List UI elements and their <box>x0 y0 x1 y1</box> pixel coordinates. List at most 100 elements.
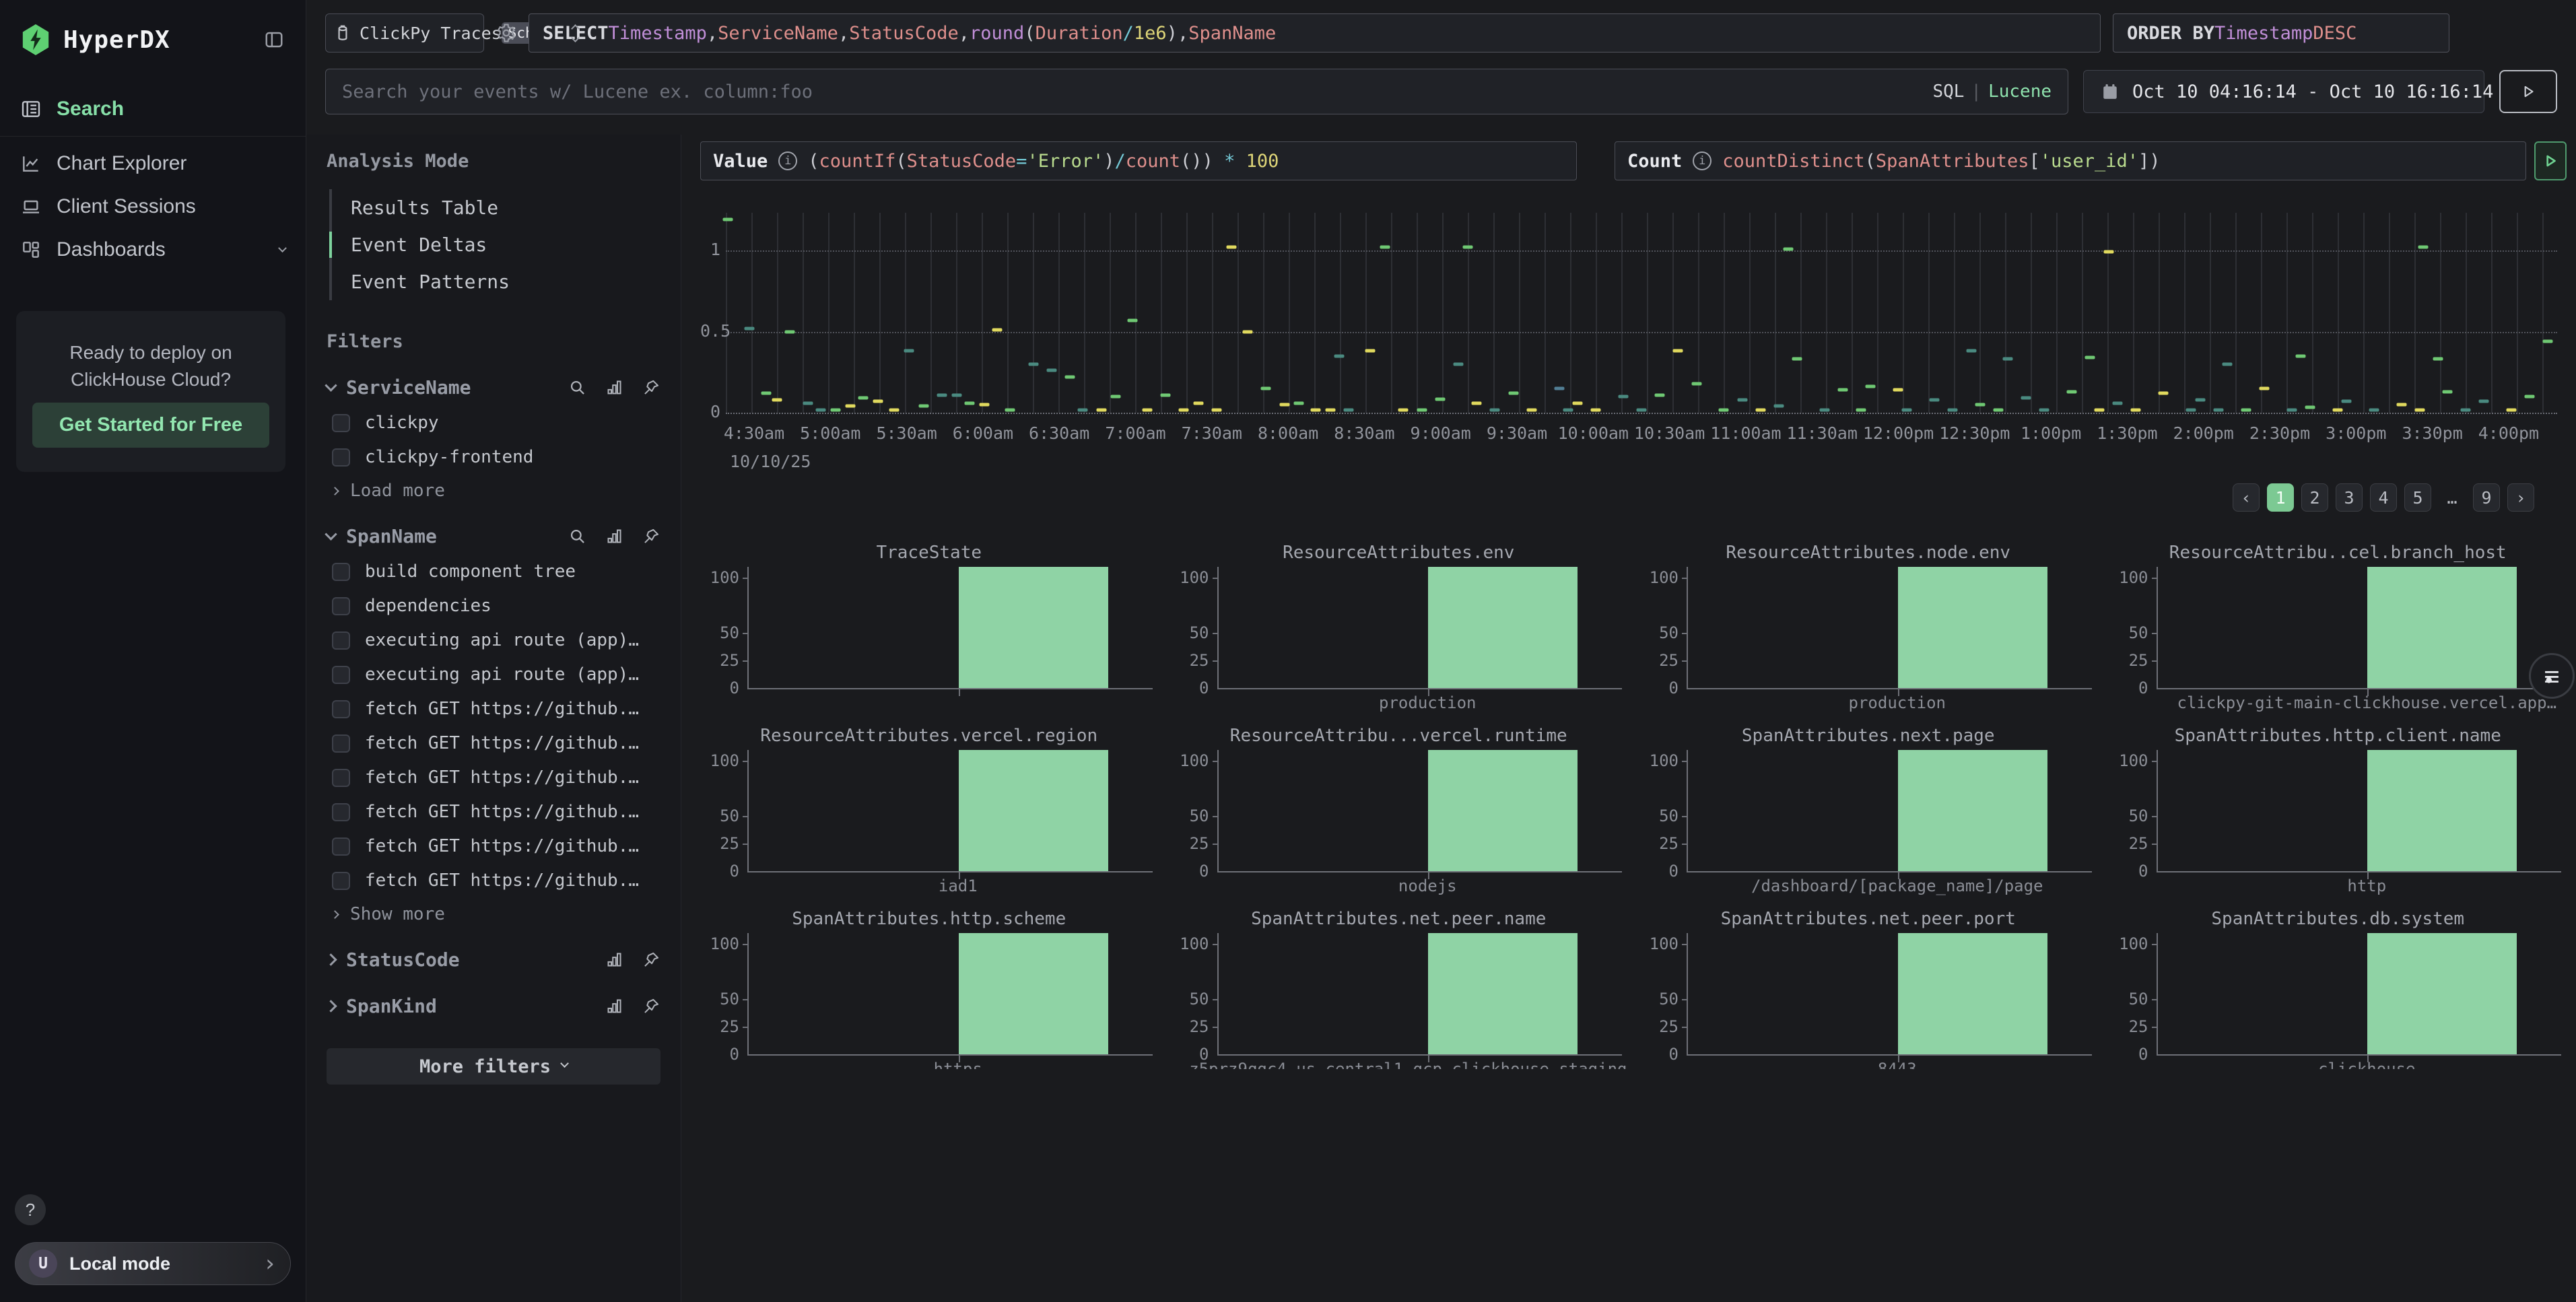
filter-option[interactable]: fetch GET https://github.… <box>327 836 660 856</box>
filter-option[interactable]: fetch GET https://github.… <box>327 733 660 753</box>
source-selector[interactable]: ClickPy Traces Schema <box>325 13 484 53</box>
mini-y-tick <box>743 633 749 634</box>
bar-chart-icon[interactable] <box>605 997 623 1015</box>
event-deltas-chart[interactable]: 10.504:30am5:00am5:30am6:00am6:30am7:00a… <box>700 201 2567 478</box>
pin-icon[interactable] <box>642 951 660 969</box>
sidebar-item-dashboards[interactable]: Dashboards <box>0 228 306 271</box>
analysis-mode-event-patterns[interactable]: Event Patterns <box>332 263 660 300</box>
filter-group-header-spanname[interactable]: SpanName <box>327 525 660 547</box>
attribute-chart[interactable]: SpanAttributes.db.system10050250clickhou… <box>2109 897 2567 1069</box>
sidebar-item-chart-explorer[interactable]: Chart Explorer <box>0 142 306 185</box>
filter-option[interactable]: dependencies <box>327 596 660 616</box>
page-ellipsis[interactable]: … <box>2439 483 2466 512</box>
filter-checkbox[interactable] <box>332 597 350 615</box>
chart-plot-area[interactable] <box>726 213 2557 413</box>
analysis-mode-event-deltas[interactable]: Event Deltas <box>332 226 660 263</box>
filter-option[interactable]: fetch GET https://github.… <box>327 767 660 788</box>
attribute-chart[interactable]: ResourceAttributes.env10050250production <box>1170 530 1628 714</box>
pin-icon[interactable] <box>642 378 660 397</box>
show-more-link[interactable]: Show more <box>327 904 660 924</box>
page-next-button[interactable]: › <box>2507 483 2534 512</box>
filter-checkbox[interactable] <box>332 872 350 890</box>
mini-y-axis-label: 50 <box>704 807 739 825</box>
attribute-chart[interactable]: TraceState10050250 <box>700 530 1158 714</box>
code-token: ServiceName <box>718 23 838 44</box>
pin-icon[interactable] <box>642 527 660 545</box>
data-point <box>1472 401 1482 405</box>
filter-checkbox[interactable] <box>332 563 350 581</box>
page-button-4[interactable]: 4 <box>2370 483 2397 512</box>
attribute-chart[interactable]: SpanAttributes.http.client.name10050250h… <box>2109 714 2567 897</box>
account-menu[interactable]: U Local mode › <box>15 1242 291 1285</box>
page-button-9[interactable]: 9 <box>2473 483 2500 512</box>
filter-option[interactable]: executing api route (app)… <box>327 630 660 650</box>
attribute-chart[interactable]: ResourceAttribu...vercel.runtime10050250… <box>1170 714 1628 897</box>
filter-option[interactable]: executing api route (app)… <box>327 664 660 685</box>
filter-group-header-spankind[interactable]: SpanKind <box>327 995 660 1017</box>
gear-icon[interactable] <box>496 23 516 43</box>
filter-group-header-servicename[interactable]: ServiceName <box>327 376 660 399</box>
sql-toggle[interactable]: SQL <box>1932 81 1964 102</box>
filter-checkbox[interactable] <box>332 414 350 432</box>
filter-checkbox[interactable] <box>332 769 350 787</box>
attribute-chart[interactable]: SpanAttributes.net.peer.name10050250z5pr… <box>1170 897 1628 1069</box>
attribute-chart[interactable]: ResourceAttribu..cel.branch_host10050250… <box>2109 530 2567 714</box>
filter-checkbox[interactable] <box>332 448 350 467</box>
filter-option[interactable]: fetch GET https://github.… <box>327 870 660 891</box>
page-prev-button[interactable]: ‹ <box>2233 483 2260 512</box>
sidebar-collapse-icon[interactable] <box>263 30 285 50</box>
x-axis-label: 2:30pm <box>2249 423 2310 443</box>
filter-checkbox[interactable] <box>332 666 350 684</box>
x-axis-label: 9:30am <box>1487 423 1547 443</box>
filter-checkbox[interactable] <box>332 700 350 718</box>
attribute-chart[interactable]: SpanAttributes.next.page10050250/dashboa… <box>1639 714 2097 897</box>
get-started-button[interactable]: Get Started for Free <box>32 403 269 448</box>
data-point <box>1637 409 1647 412</box>
run-query-button[interactable] <box>2499 70 2557 113</box>
sidebar-item-client-sessions[interactable]: Client Sessions <box>0 185 306 228</box>
data-point <box>1435 397 1445 401</box>
apply-aggregation-button[interactable] <box>2534 141 2567 180</box>
data-point <box>1563 409 1573 412</box>
pin-icon[interactable] <box>642 997 660 1015</box>
orderby-clause-input[interactable]: ORDER BY Timestamp DESC <box>2113 13 2449 53</box>
search-icon[interactable] <box>568 527 586 545</box>
more-filters-button[interactable]: More filters <box>327 1048 660 1085</box>
search-input[interactable]: Search your events w/ Lucene ex. column:… <box>325 69 2068 114</box>
bar-chart-icon[interactable] <box>605 378 623 397</box>
filter-checkbox[interactable] <box>332 631 350 650</box>
bar-chart-icon[interactable] <box>605 951 623 969</box>
sidebar-item-search[interactable]: Search <box>0 88 306 131</box>
filter-option[interactable]: clickpy <box>327 413 660 433</box>
page-button-5[interactable]: 5 <box>2404 483 2431 512</box>
attribute-chart[interactable]: SpanAttributes.http.scheme10050250https <box>700 897 1158 1069</box>
load-more-link[interactable]: Load more <box>327 481 660 501</box>
attribute-chart[interactable]: ResourceAttributes.node.env10050250produ… <box>1639 530 2097 714</box>
value-expression-input[interactable]: Value i (countIf(StatusCode='Error')/cou… <box>700 141 1577 180</box>
filters-fab-button[interactable] <box>2529 653 2575 699</box>
search-icon[interactable] <box>568 378 586 397</box>
count-expression-input[interactable]: Count i countDistinct(SpanAttributes['us… <box>1615 141 2526 180</box>
filter-option[interactable]: fetch GET https://github.… <box>327 802 660 822</box>
brand-title: HyperDX <box>63 26 170 54</box>
filter-checkbox[interactable] <box>332 837 350 856</box>
page-button-2[interactable]: 2 <box>2301 483 2328 512</box>
attribute-chart[interactable]: ResourceAttributes.vercel.region10050250… <box>700 714 1158 897</box>
filter-checkbox[interactable] <box>332 803 350 821</box>
code-token: Duration <box>1036 23 1123 44</box>
attribute-chart[interactable]: SpanAttributes.net.peer.port100502508443 <box>1639 897 2097 1069</box>
filter-group-header-statuscode[interactable]: StatusCode <box>327 949 660 971</box>
bar-chart-icon[interactable] <box>605 527 623 545</box>
filter-option[interactable]: fetch GET https://github.… <box>327 699 660 719</box>
page-button-3[interactable]: 3 <box>2336 483 2363 512</box>
mini-y-axis-label: 100 <box>2113 934 2148 953</box>
lucene-toggle[interactable]: Lucene <box>1988 81 2052 102</box>
date-range-picker[interactable]: Oct 10 04:16:14 - Oct 10 16:16:14 <box>2083 70 2484 113</box>
filter-option[interactable]: build component tree <box>327 561 660 582</box>
filter-option[interactable]: clickpy-frontend <box>327 447 660 467</box>
filter-checkbox[interactable] <box>332 734 350 753</box>
help-button[interactable]: ? <box>15 1194 46 1225</box>
page-button-1[interactable]: 1 <box>2267 483 2294 512</box>
analysis-mode-results-table[interactable]: Results Table <box>332 189 660 226</box>
select-clause-input[interactable]: SELECT Timestamp, ServiceName, StatusCod… <box>529 13 2101 53</box>
